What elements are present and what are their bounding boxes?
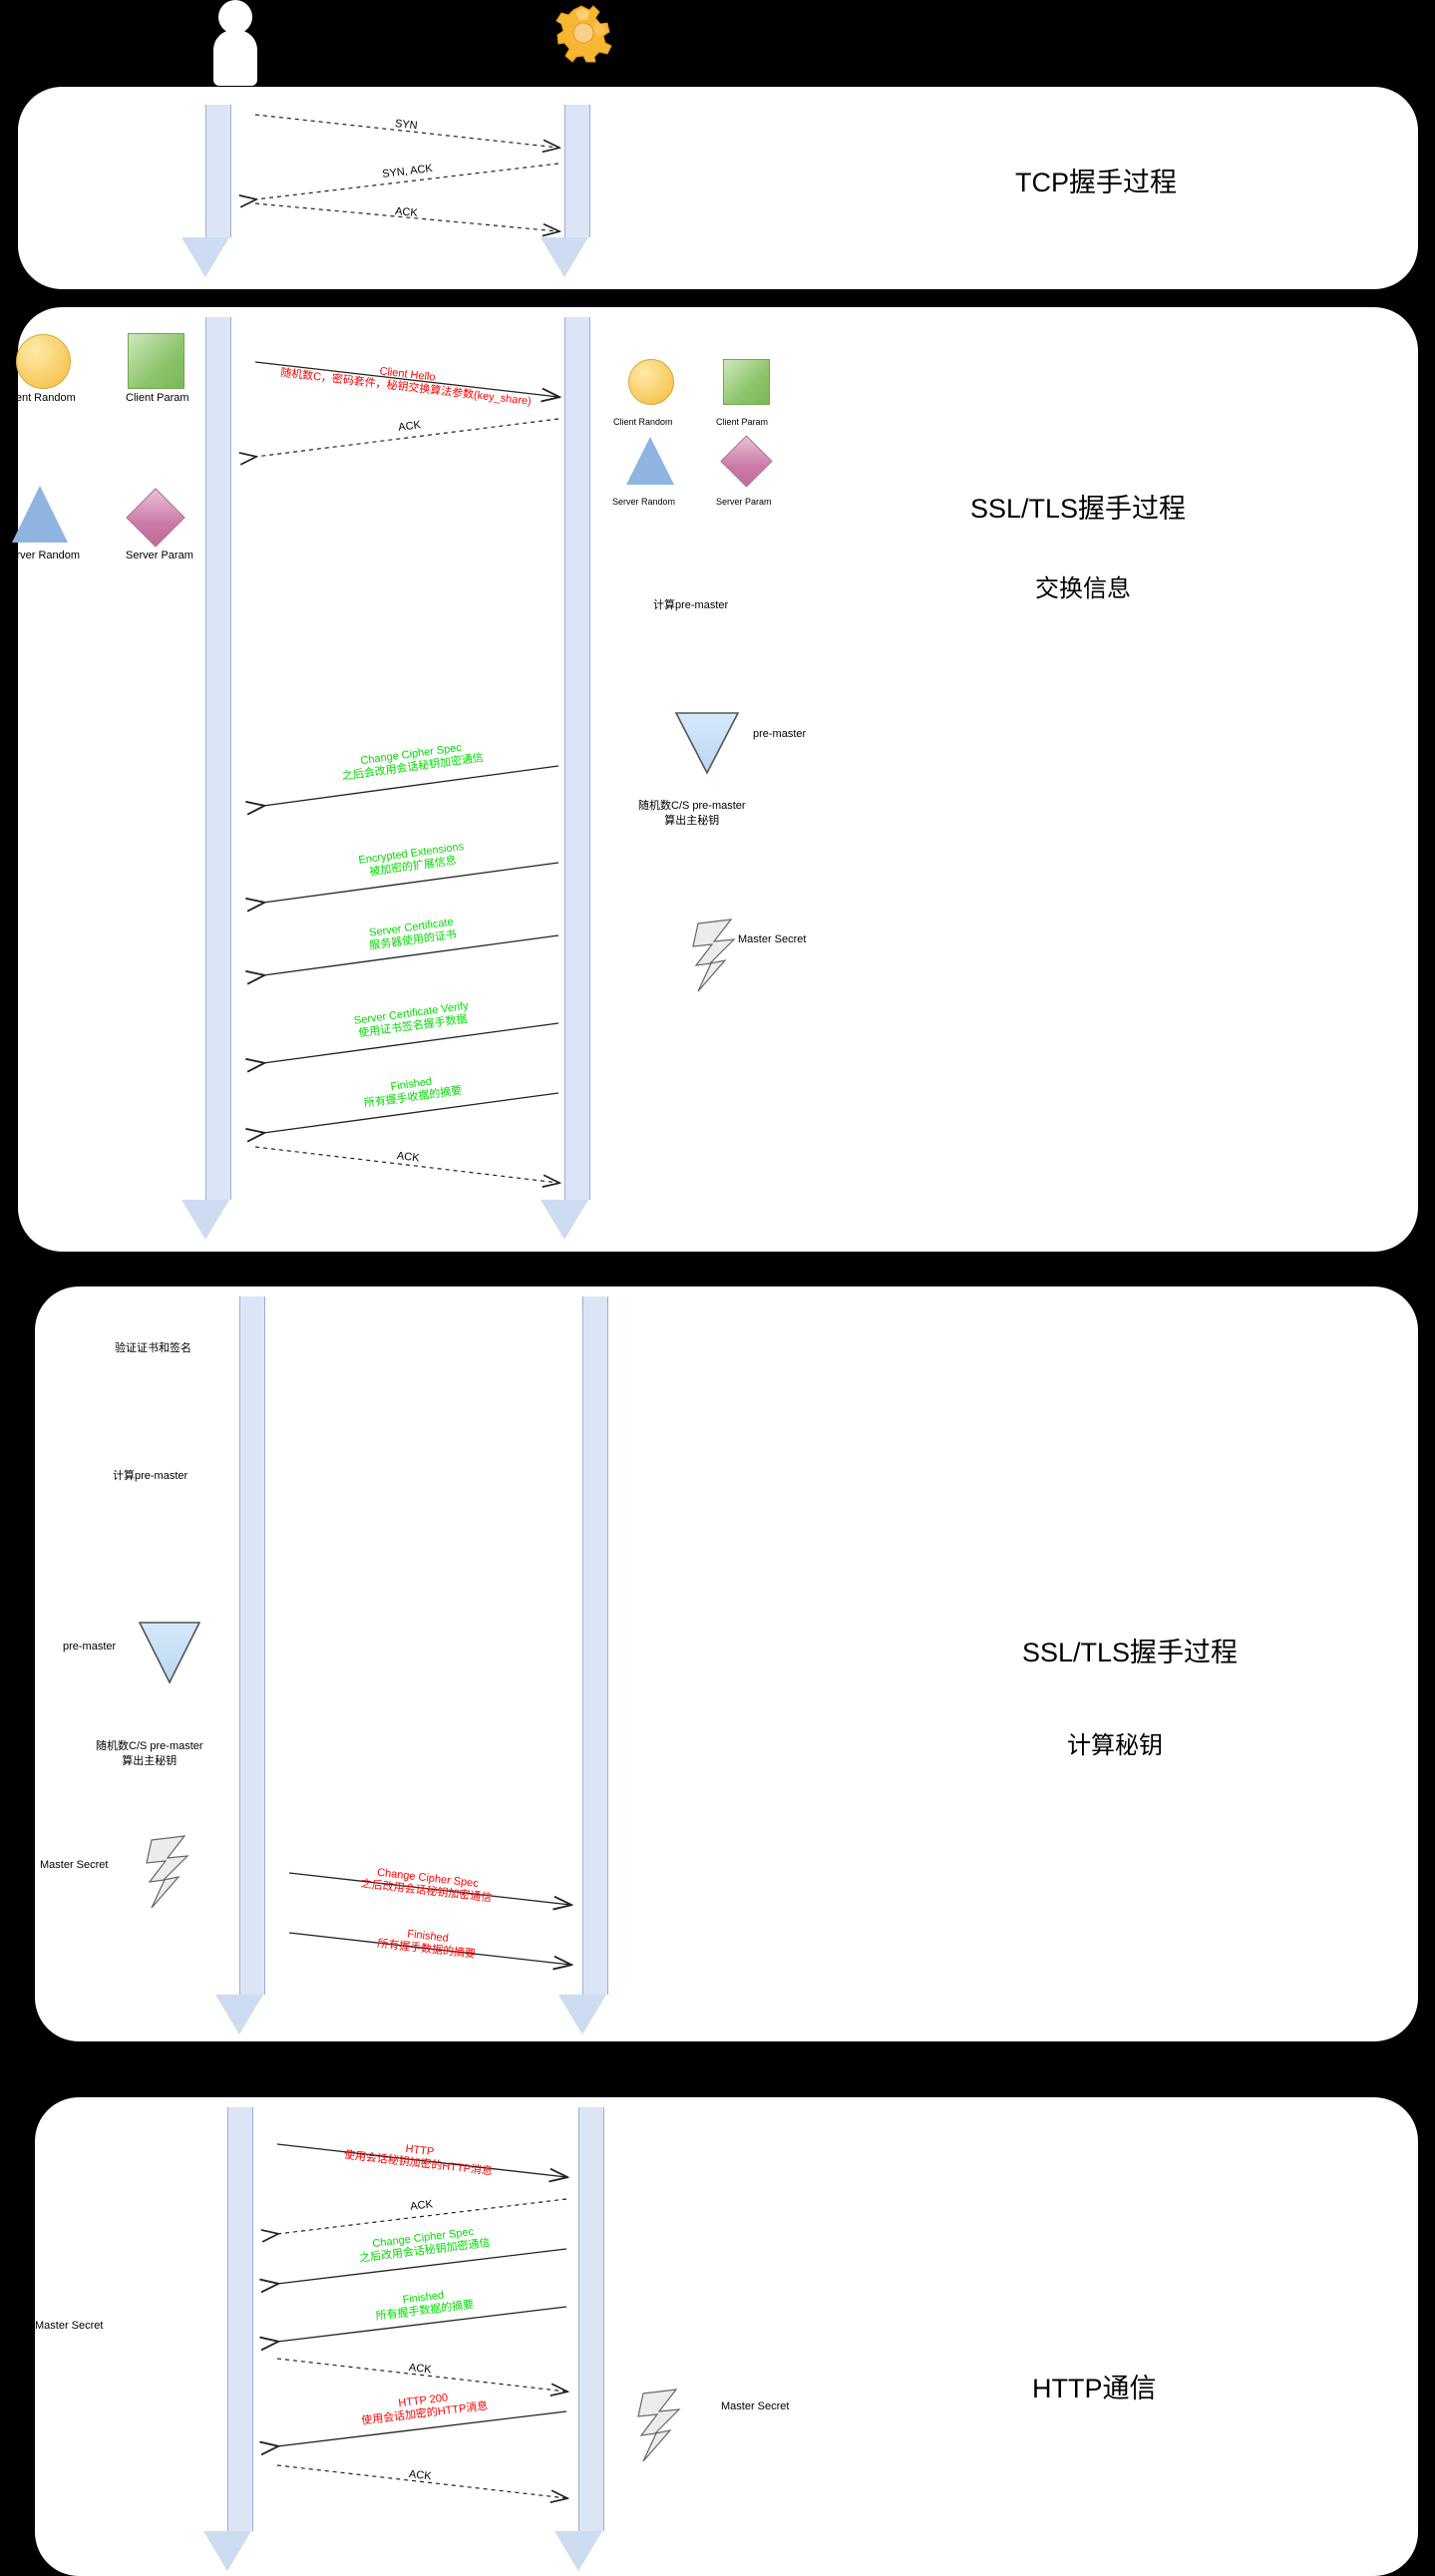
msg-label: ACK	[408, 2362, 433, 2377]
lifeline-arrow-server-tls1	[540, 1200, 588, 1240]
legend-server-random-label-left: Server Random	[3, 550, 81, 561]
lifeline-server-tls1	[564, 317, 590, 1200]
lifeline-server-tls2	[582, 1296, 608, 1995]
note-compute-premaster-client: 计算pre-master	[113, 1470, 188, 1482]
note-master-key-calc-client: 随机数C/S pre-master 算出主秘钥	[96, 1740, 203, 1767]
legend-client-random-circle-right	[628, 359, 674, 405]
legend-server-random-triangle-left	[12, 486, 68, 543]
person-body-icon	[213, 30, 257, 86]
panel-tcp-title: TCP握手过程	[1015, 168, 1177, 197]
msg-tcp-syn: SYN	[394, 118, 418, 133]
note-premaster-label-client: pre-master	[63, 1641, 117, 1653]
note-premaster-label-server: pre-master	[753, 728, 807, 740]
msg-label: ACK	[396, 1150, 421, 1165]
note-master-secret-server-http: Master Secret	[721, 2400, 790, 2412]
lifeline-arrow-server-tls2	[558, 1995, 606, 2034]
legend-client-param-square-left	[128, 333, 184, 389]
msg-label: ACK	[409, 2198, 434, 2213]
note-master-secret-label-client: Master Secret	[40, 1859, 109, 1871]
msg-tcp-ack: ACK	[394, 205, 419, 220]
legend-client-random-label-right: Client Random	[613, 417, 673, 427]
msg-label: ACK	[397, 419, 422, 434]
panel-http-title: HTTP通信	[1032, 2374, 1157, 2403]
lifeline-client-tcp	[205, 105, 231, 237]
legend-client-param-label-right: Client Param	[716, 417, 769, 427]
msg-http-ack-3: ACK	[408, 2468, 432, 2483]
msg-http-ack-2: ACK	[408, 2362, 432, 2377]
person-head-icon	[218, 0, 252, 34]
lifeline-arrow-client-tls1	[181, 1200, 229, 1240]
server-gear-icon	[553, 2, 615, 64]
note-verify-cert-client: 验证证书和签名	[115, 1342, 191, 1354]
legend-server-random-triangle-right	[626, 437, 674, 485]
lifeline-arrow-client-http	[203, 2531, 251, 2571]
msg-label: SYN	[394, 118, 419, 133]
msg-tls-ack-1: ACK	[398, 419, 422, 435]
lifeline-client-tls1	[205, 317, 231, 1200]
legend-server-random-label-right: Server Random	[612, 497, 676, 507]
msg-http-ack-1: ACK	[410, 2198, 434, 2214]
diagram-canvas: TCP握手过程 SSL/TLS握手过程 交换信息 Client Random C…	[0, 0, 1435, 2576]
msg-label: ACK	[394, 205, 419, 220]
legend-server-param-label-right: Server Param	[716, 497, 772, 507]
lifeline-server-http	[578, 2107, 604, 2531]
note-compute-premaster-server: 计算pre-master	[653, 599, 729, 611]
legend-client-random-label-left: Client Random	[3, 392, 76, 404]
lifeline-arrow-client-tls2	[215, 1995, 263, 2034]
lifeline-client-http	[227, 2107, 253, 2531]
lifeline-arrow-server-http	[554, 2531, 602, 2571]
panel-tls-keys-title: SSL/TLS握手过程	[1022, 1638, 1239, 1667]
panel-tls-exchange-subtitle: 交换信息	[1035, 575, 1131, 602]
lifeline-arrow-client-tcp	[181, 237, 229, 277]
note-master-secret-label-server: Master Secret	[738, 933, 807, 945]
msg-label: ACK	[408, 2468, 433, 2483]
msg-tls-ack-2: ACK	[396, 1150, 420, 1166]
panel-tls-exchange-title: SSL/TLS握手过程	[970, 494, 1187, 524]
legend-server-param-label-left: Server Param	[126, 550, 193, 561]
legend-client-param-label-left: Client Param	[126, 392, 189, 404]
legend-client-random-circle-left	[16, 334, 71, 389]
note-master-key-calc-server: 随机数C/S pre-master 算出主秘钥	[638, 800, 746, 827]
lifeline-server-tcp	[564, 105, 590, 237]
note-master-secret-client-http: Master Secret	[35, 2320, 104, 2332]
lifeline-arrow-server-tcp	[540, 237, 588, 277]
panel-tls-keys-subtitle: 计算秘钥	[1067, 1732, 1163, 1759]
legend-client-param-square-right	[723, 359, 770, 405]
lifeline-client-tls2	[239, 1296, 265, 1995]
